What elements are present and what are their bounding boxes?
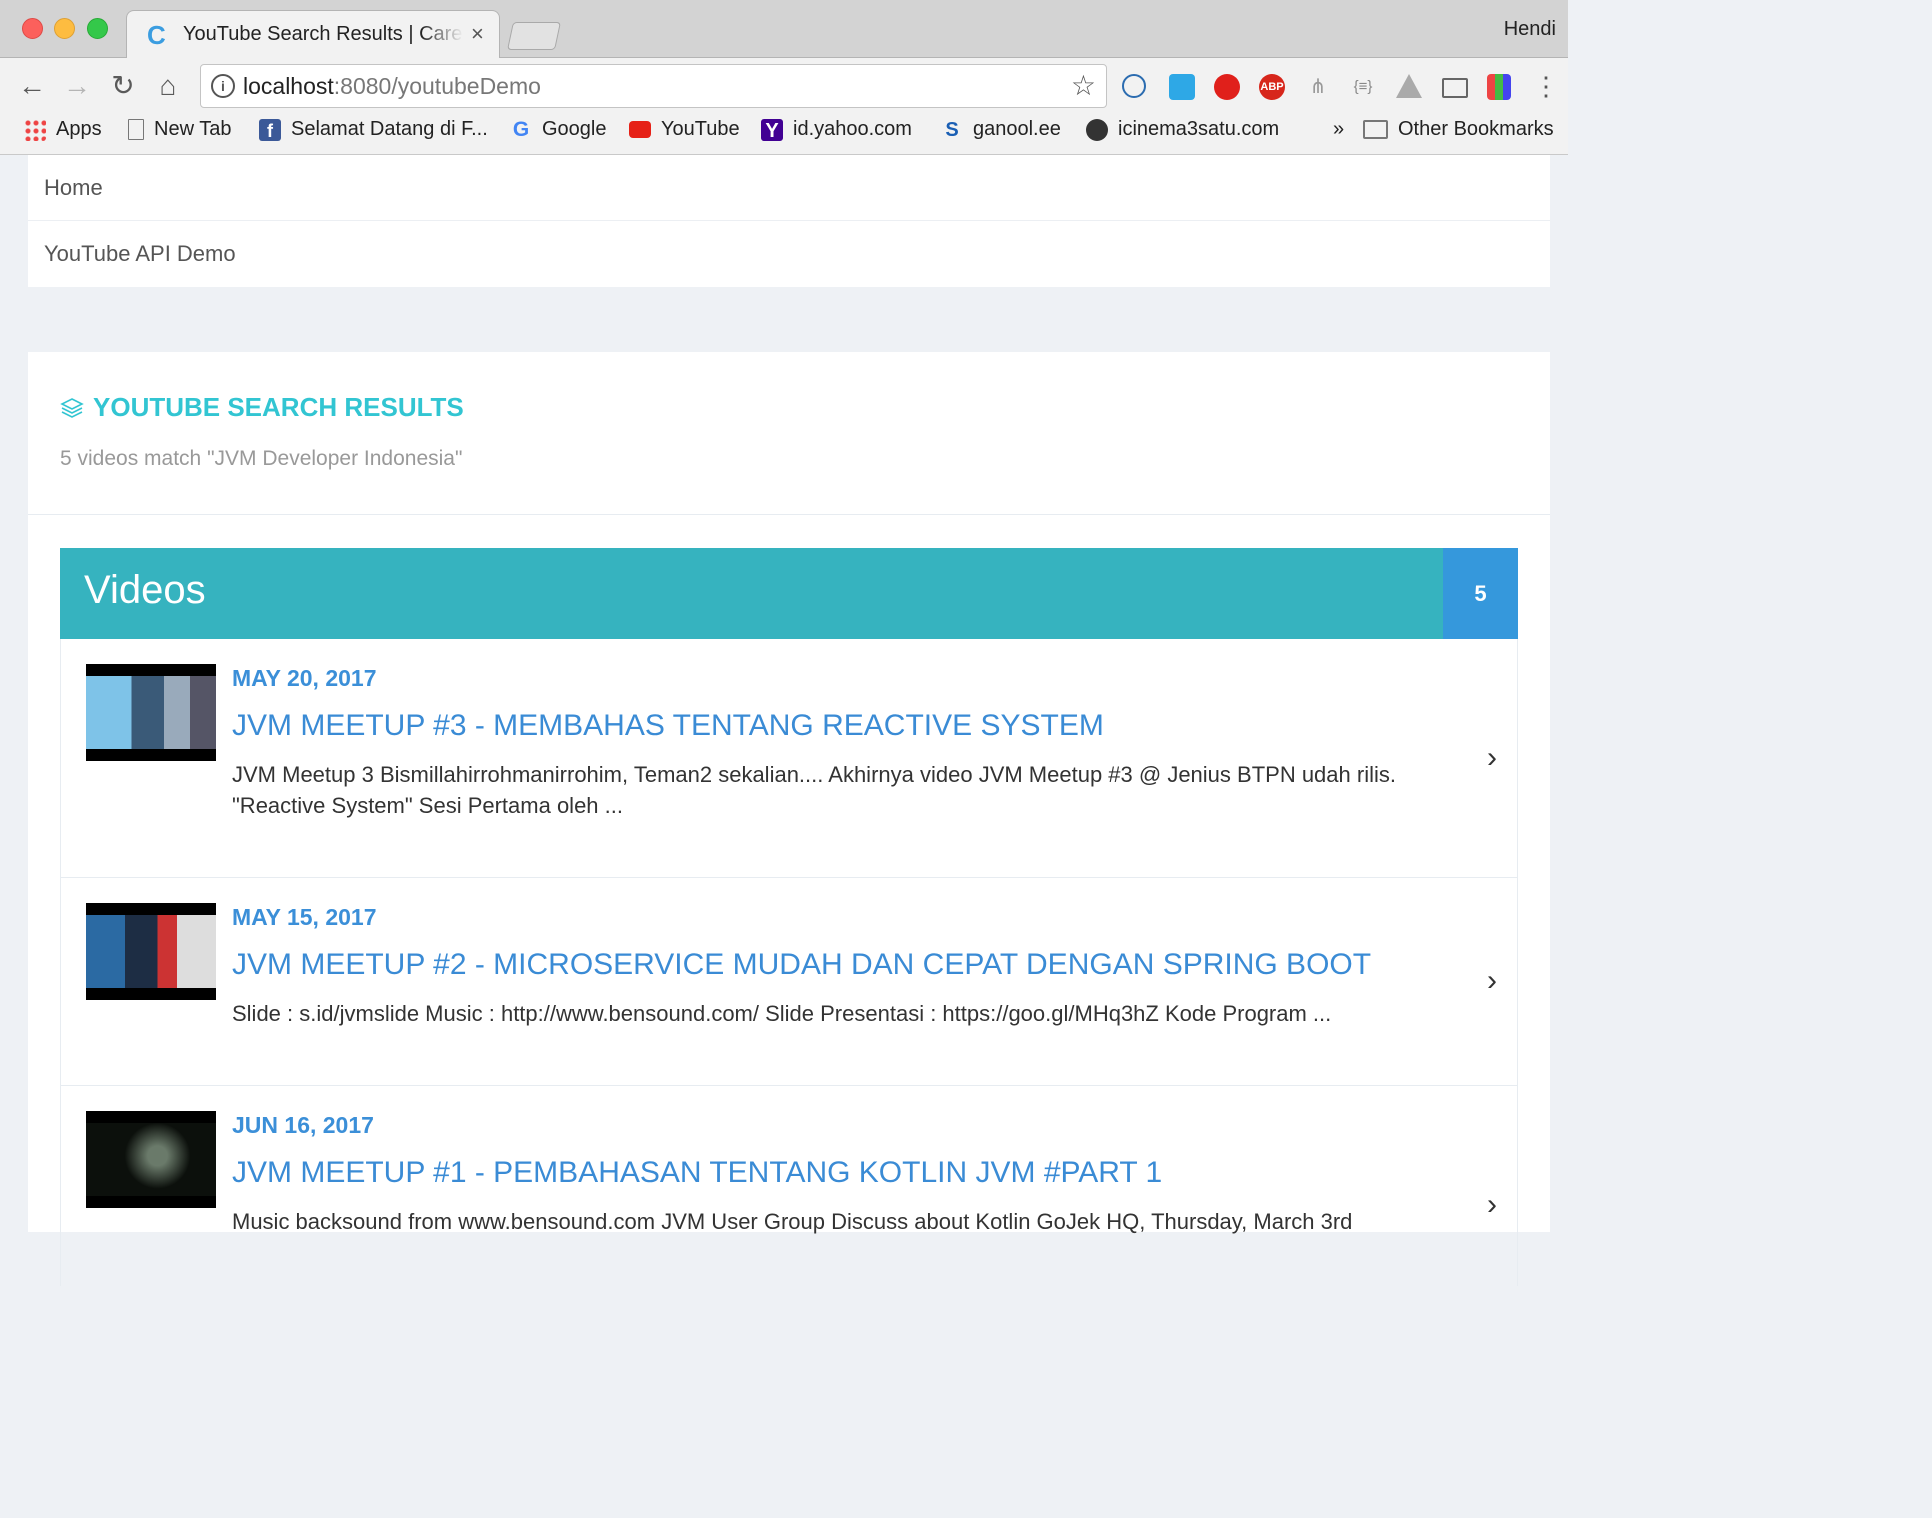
url-host: localhost bbox=[243, 73, 334, 99]
video-title-link[interactable]: JVM Meetup #1 - Pembahasan Tentang Kotli… bbox=[232, 1156, 1162, 1190]
layers-icon bbox=[60, 398, 84, 418]
ganool-icon: S bbox=[945, 118, 959, 141]
folder-icon bbox=[1363, 120, 1388, 139]
nav-item-home[interactable]: Home bbox=[28, 155, 1550, 221]
bookmark-label: Google bbox=[542, 118, 607, 140]
videos-heading: Videos bbox=[84, 568, 206, 612]
tab-close-icon[interactable]: × bbox=[471, 21, 484, 47]
videos-header: Videos 5 bbox=[60, 548, 1518, 639]
bookmarks-overflow-chevron-icon[interactable]: » bbox=[1333, 118, 1344, 141]
video-title-link[interactable]: JVM Meetup #3 - Membahas Tentang Reactiv… bbox=[232, 709, 1104, 743]
nav-item-youtube-api-demo[interactable]: YouTube API Demo bbox=[28, 221, 1550, 286]
bookmark-label: YouTube bbox=[661, 118, 740, 140]
chevron-right-icon[interactable]: › bbox=[1487, 1188, 1497, 1222]
bookmarks-bar: Apps New Tab f Selamat Datang di F... G Go… bbox=[0, 110, 1568, 154]
page-icon bbox=[128, 119, 144, 140]
browser-tab-strip: C YouTube Search Results | Careers × Hen… bbox=[0, 0, 1568, 59]
bookmark-label: New Tab bbox=[154, 118, 232, 140]
video-description: JVM Meetup 3 Bismillahirrohmanirrohim, T… bbox=[232, 762, 1396, 818]
video-list-item[interactable]: MAY 15, 2017 JVM Meetup #2 - Microservic… bbox=[61, 878, 1517, 1086]
profile-name[interactable]: Hendi bbox=[1504, 18, 1556, 41]
back-arrow-icon[interactable]: ← bbox=[16, 70, 48, 102]
video-list-item[interactable]: MAY 20, 2017 JVM Meetup #3 - Membahas Te… bbox=[61, 639, 1517, 878]
tab-title: YouTube Search Results | Careers bbox=[183, 23, 463, 45]
sitemap-extension-icon[interactable]: ⋔ bbox=[1305, 74, 1331, 100]
c31-icon bbox=[1086, 118, 1108, 141]
bookmark-yahoo[interactable]: Yid.yahoo.com bbox=[761, 118, 912, 142]
bookmark-label: icinema3satu.com bbox=[1118, 118, 1280, 140]
yahoo-icon: Y bbox=[761, 118, 783, 142]
close-window-button[interactable] bbox=[22, 18, 43, 39]
bookmark-icinema[interactable]: icinema3satu.com bbox=[1086, 118, 1279, 141]
minimize-window-button[interactable] bbox=[54, 18, 75, 39]
bookmark-apps[interactable]: Apps bbox=[24, 118, 102, 141]
bookmark-label: id.yahoo.com bbox=[793, 118, 912, 140]
new-tab-button[interactable] bbox=[507, 22, 561, 50]
search-extension-icon[interactable] bbox=[1122, 74, 1146, 98]
other-bookmarks-label: Other Bookmarks bbox=[1398, 118, 1554, 140]
bookmark-new-tab[interactable]: New Tab bbox=[128, 118, 231, 141]
google-icon: G bbox=[512, 117, 530, 141]
stop-hand-extension-icon[interactable] bbox=[1214, 74, 1240, 100]
bookmark-label: Selamat Datang di F... bbox=[291, 118, 488, 140]
colorful-extension-icon[interactable] bbox=[1487, 74, 1511, 100]
menu-kebab-icon[interactable]: ⋮ bbox=[1533, 73, 1559, 100]
bookmark-label: Apps bbox=[56, 118, 102, 140]
bookmark-youtube[interactable]: YouTube bbox=[629, 118, 740, 141]
search-results-panel: YouTube Search Results 5 videos match "J… bbox=[28, 352, 1550, 1286]
browser-tab-active[interactable]: C YouTube Search Results | Careers × bbox=[126, 10, 500, 59]
json-extension-icon[interactable]: {≡} bbox=[1350, 74, 1376, 100]
other-bookmarks-folder[interactable]: Other Bookmarks bbox=[1363, 118, 1554, 141]
bookmark-star-icon[interactable]: ☆ bbox=[1071, 69, 1096, 102]
video-date: MAY 15, 2017 bbox=[232, 904, 377, 930]
chevron-right-icon[interactable]: › bbox=[1487, 741, 1497, 775]
cast-extension-icon[interactable] bbox=[1442, 78, 1468, 98]
panel-title: YouTube Search Results bbox=[93, 392, 464, 422]
url-path: :8080/youtubeDemo bbox=[333, 73, 541, 99]
bookmark-label: ganool.ee bbox=[973, 118, 1061, 140]
videos-count-badge: 5 bbox=[1443, 548, 1518, 639]
video-description: Music backsound from www.bensound.com JV… bbox=[232, 1209, 1353, 1234]
facebook-icon: f bbox=[259, 118, 281, 141]
video-title-link[interactable]: JVM Meetup #2 - Microservice Mudah dan C… bbox=[232, 948, 1371, 982]
video-list-item[interactable]: JUN 16, 2017 JVM Meetup #1 - Pembahasan … bbox=[61, 1086, 1517, 1286]
video-date: JUN 16, 2017 bbox=[232, 1112, 374, 1138]
top-navigation: Home YouTube API Demo bbox=[28, 155, 1550, 287]
window-extension-icon[interactable] bbox=[1169, 74, 1195, 100]
reload-icon[interactable]: ↻ bbox=[107, 70, 139, 102]
address-url[interactable]: localhost:8080/youtubeDemo bbox=[243, 73, 541, 100]
video-thumbnail[interactable] bbox=[86, 664, 216, 761]
bookmark-facebook[interactable]: f Selamat Datang di F... bbox=[259, 118, 488, 141]
video-thumbnail[interactable] bbox=[86, 903, 216, 1000]
adblock-extension-icon[interactable]: ABP bbox=[1259, 74, 1285, 100]
zoom-window-button[interactable] bbox=[87, 18, 108, 39]
apps-grid-icon bbox=[24, 118, 46, 141]
results-summary: 5 videos match "JVM Developer Indonesia" bbox=[60, 447, 463, 470]
video-description: Slide : s.id/jvmslide Music : http://www… bbox=[232, 1001, 1332, 1026]
home-icon[interactable]: ⌂ bbox=[152, 70, 184, 102]
browser-toolbar: ← → ↻ ⌂ i localhost:8080/youtubeDemo ☆ A… bbox=[0, 58, 1568, 155]
info-icon[interactable]: i bbox=[211, 74, 235, 98]
video-date: MAY 20, 2017 bbox=[232, 665, 377, 691]
forward-arrow-icon[interactable]: → bbox=[61, 70, 93, 102]
drive-extension-icon[interactable] bbox=[1396, 74, 1422, 98]
chevron-right-icon[interactable]: › bbox=[1487, 964, 1497, 998]
bookmark-google[interactable]: G Google bbox=[510, 118, 607, 141]
panel-header: YouTube Search Results 5 videos match "J… bbox=[28, 352, 1550, 515]
address-bar[interactable]: i localhost:8080/youtubeDemo ☆ bbox=[200, 64, 1107, 108]
youtube-icon bbox=[629, 121, 651, 138]
video-thumbnail[interactable] bbox=[86, 1111, 216, 1208]
tab-favicon-icon: C bbox=[147, 20, 166, 50]
video-list: MAY 20, 2017 JVM Meetup #3 - Membahas Te… bbox=[60, 639, 1518, 1286]
bookmark-ganool[interactable]: Sganool.ee bbox=[941, 118, 1061, 141]
